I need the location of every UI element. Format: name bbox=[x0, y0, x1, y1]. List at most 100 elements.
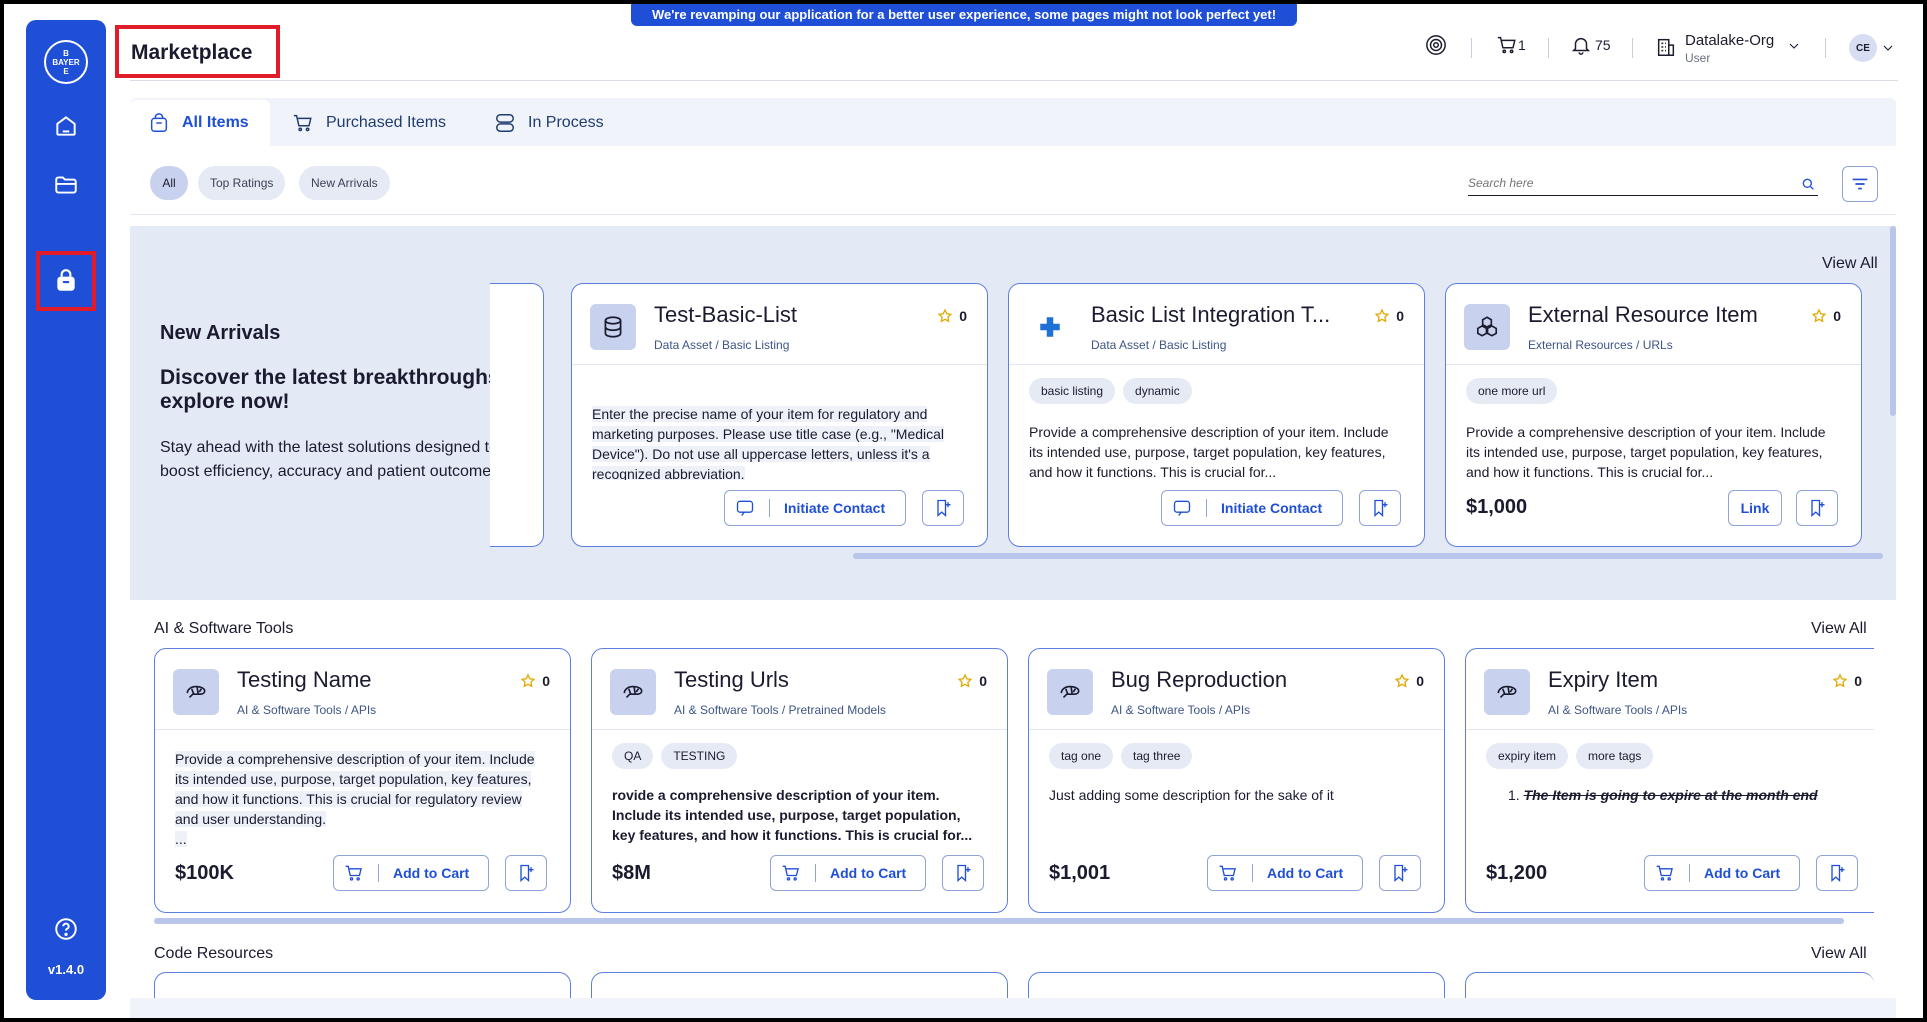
filter-button[interactable] bbox=[1842, 166, 1878, 202]
add-to-cart-button[interactable]: Add to Cart bbox=[1207, 855, 1363, 891]
description-text: Enter the precise name of your item for … bbox=[592, 406, 945, 480]
button-label: Add to Cart bbox=[1704, 865, 1781, 881]
card-description: Just adding some description for the sak… bbox=[1049, 787, 1334, 803]
logo-letter-top: B bbox=[63, 48, 69, 58]
tag[interactable]: basic listing bbox=[1029, 378, 1116, 404]
button-separator bbox=[815, 864, 816, 882]
tab-all-items[interactable]: All Items bbox=[130, 100, 270, 146]
rating-value: 0 bbox=[1416, 673, 1424, 689]
card-icon-wrap bbox=[590, 304, 636, 350]
cart-button[interactable]: 1 bbox=[1496, 34, 1526, 56]
avatar[interactable]: CE bbox=[1849, 34, 1877, 62]
new-arrivals-view-all[interactable]: View All bbox=[1822, 255, 1878, 273]
search-input[interactable] bbox=[1468, 176, 1788, 190]
tag[interactable]: dynamic bbox=[1123, 378, 1192, 404]
tab-purchased-items[interactable]: Purchased Items bbox=[274, 100, 464, 146]
tag[interactable]: tag one bbox=[1049, 743, 1114, 769]
filter-chip-all[interactable]: All bbox=[150, 166, 188, 200]
card-icon-wrap bbox=[610, 669, 656, 715]
bookmark-button[interactable] bbox=[1816, 855, 1858, 891]
tag[interactable]: TESTING bbox=[661, 743, 738, 769]
code-resources-view-all[interactable]: View All bbox=[1811, 945, 1867, 963]
card-divider bbox=[572, 364, 987, 365]
filter-chip-top-ratings[interactable]: Top Ratings bbox=[198, 166, 286, 200]
sidebar: B BAYER E v1.4.0 bbox=[26, 20, 106, 1000]
chat-icon bbox=[736, 500, 754, 516]
cart-add-icon bbox=[1656, 865, 1673, 881]
card-icon-wrap bbox=[1047, 669, 1093, 715]
link-button[interactable]: Link bbox=[1728, 490, 1782, 526]
product-card[interactable]: External Resource Item External Resource… bbox=[1445, 283, 1862, 547]
org-name: Datalake-Org bbox=[1685, 32, 1775, 49]
card-divider bbox=[592, 729, 1007, 730]
bookmark-button[interactable] bbox=[505, 855, 547, 891]
shopping-bag-icon bbox=[150, 113, 168, 132]
rating-value: 0 bbox=[1396, 308, 1404, 324]
card-icon-wrap bbox=[173, 669, 219, 715]
tag[interactable]: one more url bbox=[1466, 378, 1558, 404]
page-scrollbar[interactable] bbox=[1890, 226, 1896, 416]
new-arrivals-scrollbar[interactable] bbox=[853, 553, 1883, 559]
profile-dropdown-toggle[interactable] bbox=[1880, 40, 1896, 56]
card-subtitle: AI & Software Tools / APIs bbox=[1548, 703, 1688, 717]
filter-chip-new-arrivals[interactable]: New Arrivals bbox=[299, 166, 390, 200]
home-icon bbox=[56, 116, 76, 136]
org-dropdown-toggle[interactable] bbox=[1786, 38, 1802, 54]
card-divider bbox=[155, 729, 570, 730]
header-separator bbox=[1632, 38, 1633, 58]
header-separator bbox=[1825, 38, 1826, 58]
product-card[interactable]: Expiry Item AI & Software Tools / APIs 0… bbox=[1465, 648, 1874, 913]
add-to-cart-button[interactable]: Add to Cart bbox=[770, 855, 926, 891]
tag[interactable]: more tags bbox=[1576, 743, 1654, 769]
ai-tools-view-all[interactable]: View All bbox=[1811, 620, 1867, 638]
bookmark-button[interactable] bbox=[1359, 490, 1401, 526]
button-label: Add to Cart bbox=[1267, 865, 1344, 881]
initiate-contact-button[interactable]: Initiate Contact bbox=[1161, 490, 1343, 526]
card-title: Bug Reproduction bbox=[1111, 667, 1288, 692]
org-selector[interactable]: Datalake-Org User bbox=[1685, 32, 1774, 65]
bookmark-button[interactable] bbox=[1796, 490, 1838, 526]
bayer-logo[interactable]: B BAYER E bbox=[44, 40, 88, 84]
product-card[interactable]: Test-Basic-List Data Asset / Basic Listi… bbox=[571, 283, 988, 547]
star-icon bbox=[1811, 308, 1827, 323]
database-icon bbox=[604, 316, 622, 338]
ai-tools-scrollbar[interactable] bbox=[154, 918, 1844, 924]
rating-value: 0 bbox=[542, 673, 550, 689]
tab-label: Purchased Items bbox=[326, 114, 447, 131]
announcement-banner: We're revamping our application for a be… bbox=[631, 4, 1297, 26]
add-to-cart-button[interactable]: Add to Cart bbox=[333, 855, 489, 891]
search-icon[interactable] bbox=[1800, 176, 1816, 192]
help-nav[interactable] bbox=[46, 909, 86, 949]
tab-in-process[interactable]: In Process bbox=[476, 100, 622, 146]
bookmark-button[interactable] bbox=[1379, 855, 1421, 891]
initiate-contact-button[interactable]: Initiate Contact bbox=[724, 490, 906, 526]
product-card[interactable]: Bug Reproduction AI & Software Tools / A… bbox=[1028, 648, 1445, 913]
bookmark-button[interactable] bbox=[922, 490, 964, 526]
tag[interactable]: expiry item bbox=[1486, 743, 1569, 769]
folder-nav[interactable] bbox=[46, 165, 86, 205]
card-divider bbox=[1009, 364, 1424, 365]
settings-button[interactable] bbox=[1425, 34, 1447, 56]
add-to-cart-button[interactable]: Add to Cart bbox=[1644, 855, 1800, 891]
bookmark-button[interactable] bbox=[942, 855, 984, 891]
card-description: Provide a comprehensive description of y… bbox=[1029, 424, 1389, 480]
tag-list: tag one tag three bbox=[1049, 743, 1200, 769]
header-divider bbox=[130, 80, 1898, 81]
bell-icon bbox=[1571, 37, 1591, 55]
marketplace-nav[interactable] bbox=[36, 251, 96, 311]
product-card[interactable]: Testing Urls AI & Software Tools / Pretr… bbox=[591, 648, 1008, 913]
tag[interactable]: tag three bbox=[1121, 743, 1193, 769]
home-nav[interactable] bbox=[46, 106, 86, 146]
card-price: $1,200 bbox=[1486, 862, 1548, 884]
button-separator bbox=[378, 864, 379, 882]
button-label: Add to Cart bbox=[393, 865, 470, 881]
brain-icon bbox=[1497, 685, 1517, 698]
product-card[interactable]: Basic List Integration T... Data Asset /… bbox=[1008, 283, 1425, 547]
button-separator bbox=[1689, 864, 1690, 882]
bookmark-add-icon bbox=[520, 864, 534, 882]
app-version: v1.4.0 bbox=[47, 962, 85, 977]
notifications-button[interactable]: 75 bbox=[1570, 34, 1611, 56]
product-card[interactable]: Testing Name AI & Software Tools / APIs … bbox=[154, 648, 571, 913]
tag[interactable]: QA bbox=[612, 743, 654, 769]
card-price: $8M bbox=[612, 862, 651, 884]
